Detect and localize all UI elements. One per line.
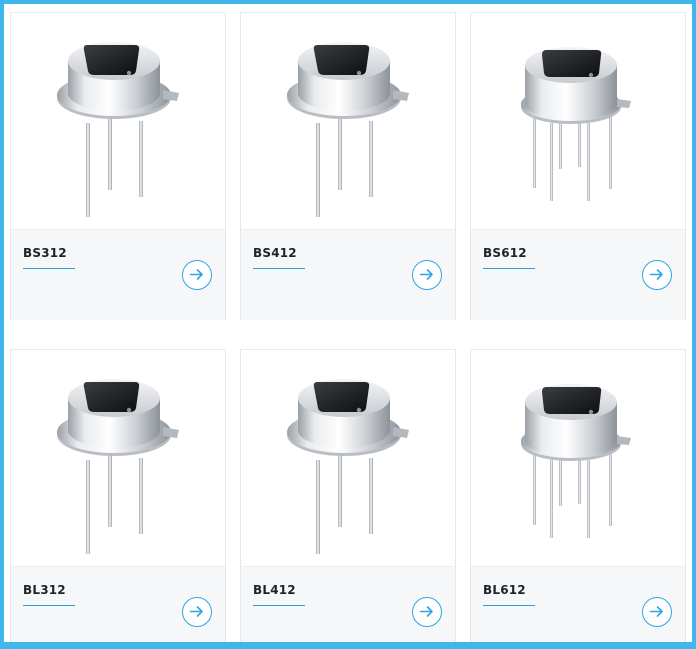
sensor-3pin-image — [287, 379, 409, 554]
product-card-bl312[interactable]: BL312 — [10, 349, 226, 642]
product-image-area — [471, 350, 685, 566]
product-image-area — [11, 13, 225, 229]
name-underline — [23, 268, 75, 269]
product-card-footer: BS412 — [241, 229, 455, 320]
sensor-3pin-image — [57, 42, 179, 217]
product-link-button[interactable] — [182, 260, 212, 290]
arrow-right-icon — [419, 269, 433, 280]
product-card-footer: BS612 — [471, 229, 685, 320]
product-card-bs412[interactable]: BS412 — [240, 12, 456, 320]
product-card-bl612[interactable]: BL612 — [470, 349, 686, 642]
sensor-3pin-image — [287, 42, 409, 217]
name-underline — [483, 268, 535, 269]
arrow-right-icon — [649, 269, 663, 280]
product-card-footer: BL612 — [471, 566, 685, 642]
product-link-button[interactable] — [642, 260, 672, 290]
product-grid-frame: BS312 BS412 BS612 BL312 BL412 BL612 — [0, 0, 696, 649]
product-card-bl412[interactable]: BL412 — [240, 349, 456, 642]
product-name: BS612 — [483, 246, 527, 260]
product-link-button[interactable] — [182, 597, 212, 627]
product-name: BS312 — [23, 246, 67, 260]
product-name: BS412 — [253, 246, 297, 260]
product-name: BL312 — [23, 583, 66, 597]
name-underline — [483, 605, 535, 606]
product-image-area — [241, 350, 455, 566]
sensor-6pin-image — [521, 47, 631, 201]
sensor-3pin-image — [57, 379, 179, 554]
product-image-area — [471, 13, 685, 229]
product-link-button[interactable] — [642, 597, 672, 627]
product-card-footer: BL312 — [11, 566, 225, 642]
product-name: BL412 — [253, 583, 296, 597]
product-link-button[interactable] — [412, 597, 442, 627]
product-image-area — [11, 350, 225, 566]
name-underline — [253, 268, 305, 269]
arrow-right-icon — [189, 269, 203, 280]
product-card-bs312[interactable]: BS312 — [10, 12, 226, 320]
product-card-footer: BL412 — [241, 566, 455, 642]
name-underline — [23, 605, 75, 606]
name-underline — [253, 605, 305, 606]
arrow-right-icon — [419, 606, 433, 617]
sensor-6pin-image — [521, 384, 631, 538]
arrow-right-icon — [189, 606, 203, 617]
product-name: BL612 — [483, 583, 526, 597]
product-image-area — [241, 13, 455, 229]
product-card-bs612[interactable]: BS612 — [470, 12, 686, 320]
arrow-right-icon — [649, 606, 663, 617]
product-card-footer: BS312 — [11, 229, 225, 320]
product-link-button[interactable] — [412, 260, 442, 290]
